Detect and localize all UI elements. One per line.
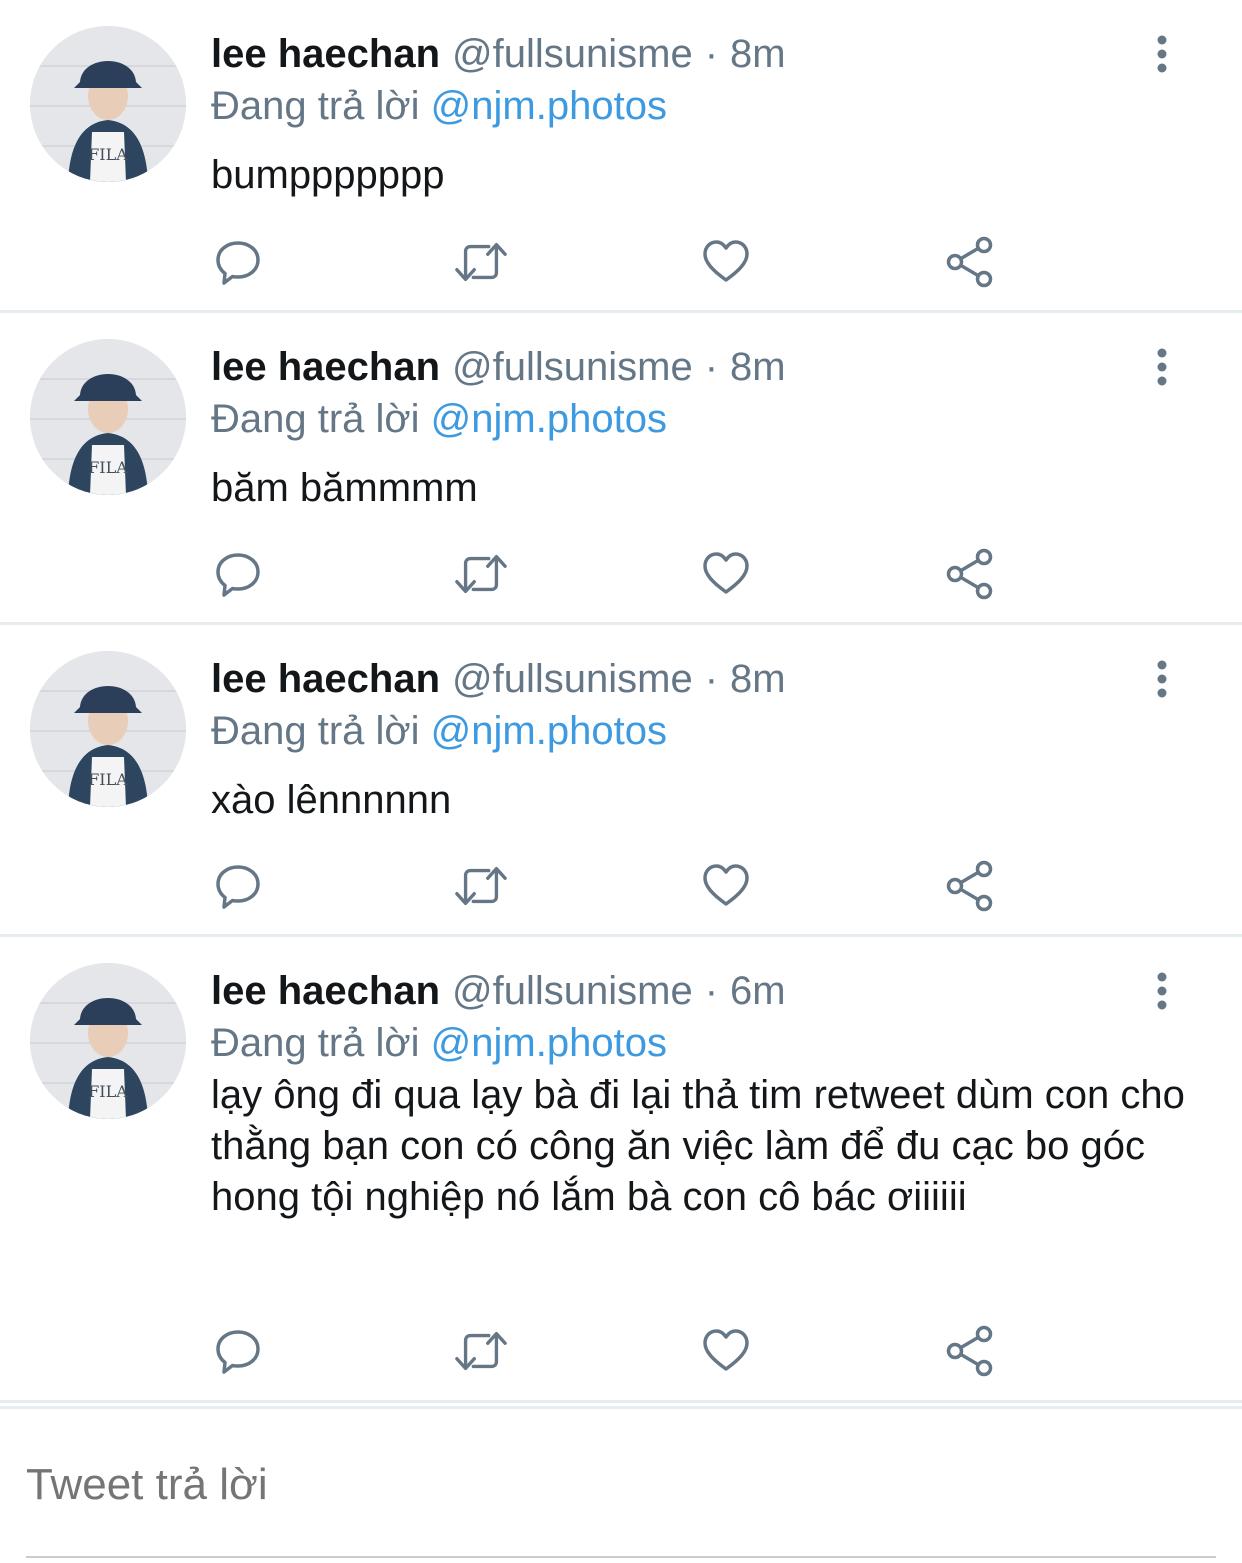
avatar[interactable]: FILA (30, 963, 186, 1119)
retweet-icon[interactable] (454, 859, 508, 913)
retweet-icon[interactable] (454, 1324, 508, 1378)
timestamp[interactable]: 8m (730, 32, 786, 76)
tweet[interactable]: FILA lee haechan @fullsunisme · 8m Đang trả… (0, 0, 1242, 313)
like-icon[interactable] (699, 547, 753, 601)
share-icon[interactable] (943, 235, 997, 289)
timestamp[interactable]: 8m (730, 657, 786, 701)
tweet-actions (211, 859, 1011, 915)
timestamp[interactable]: 8m (730, 345, 786, 389)
reply-icon[interactable] (211, 859, 265, 913)
more-options-icon[interactable] (1144, 659, 1180, 699)
replying-to-line: Đang trả lời @njm.photos (211, 707, 667, 755)
replying-prefix: Đang trả lời (211, 397, 420, 441)
retweet-icon[interactable] (454, 235, 508, 289)
reply-composer (0, 1406, 1242, 1563)
replying-prefix: Đang trả lời (211, 84, 420, 128)
author-handle[interactable]: @fullsunisme (452, 32, 693, 76)
tweet-text: băm bămmmm (211, 466, 478, 510)
author-name[interactable]: lee haechan (211, 345, 440, 389)
tweet-text: xào lênnnnnn (211, 778, 452, 822)
author-name[interactable]: lee haechan (211, 32, 440, 76)
retweet-icon[interactable] (454, 547, 508, 601)
tweet-text: lạy ông đi qua lạy bà đi lại thả tim ret… (211, 1073, 1185, 1219)
tweet[interactable]: FILA lee haechan @fullsunisme · 6m Đang trả… (0, 937, 1242, 1403)
svg-text:FILA: FILA (88, 770, 128, 789)
separator-dot: · (704, 969, 719, 1013)
replying-to-line: Đang trả lời @njm.photos (211, 395, 667, 443)
like-icon[interactable] (699, 235, 753, 289)
svg-text:FILA: FILA (88, 458, 128, 477)
replying-to-line: Đang trả lời @njm.photos (211, 82, 667, 130)
tweet-actions (211, 235, 1011, 291)
reply-icon[interactable] (211, 1324, 265, 1378)
replying-to-link[interactable]: @njm.photos (431, 84, 667, 128)
avatar[interactable]: FILA (30, 26, 186, 182)
author-name[interactable]: lee haechan (211, 657, 440, 701)
replying-prefix: Đang trả lời (211, 709, 420, 753)
composer-underline (26, 1556, 1216, 1558)
author-handle[interactable]: @fullsunisme (452, 969, 693, 1013)
avatar[interactable]: FILA (30, 339, 186, 495)
like-icon[interactable] (699, 859, 753, 913)
tweet-text: bumppppppp (211, 153, 445, 197)
more-options-icon[interactable] (1144, 347, 1180, 387)
reply-icon[interactable] (211, 547, 265, 601)
separator-dot: · (704, 32, 719, 76)
author-handle[interactable]: @fullsunisme (452, 345, 693, 389)
replying-to-link[interactable]: @njm.photos (431, 397, 667, 441)
tweet[interactable]: FILA lee haechan @fullsunisme · 8m Đang trả… (0, 625, 1242, 937)
share-icon[interactable] (943, 1324, 997, 1378)
tweet[interactable]: FILA lee haechan @fullsunisme · 8m Đang trả… (0, 313, 1242, 625)
avatar[interactable]: FILA (30, 651, 186, 807)
replying-to-link[interactable]: @njm.photos (431, 1021, 667, 1065)
author-handle[interactable]: @fullsunisme (452, 657, 693, 701)
timestamp[interactable]: 6m (730, 969, 786, 1013)
replying-to-link[interactable]: @njm.photos (431, 709, 667, 753)
reply-input[interactable] (26, 1459, 1216, 1511)
replying-prefix: Đang trả lời (211, 1021, 420, 1065)
share-icon[interactable] (943, 859, 997, 913)
author-name[interactable]: lee haechan (211, 969, 440, 1013)
separator-dot: · (704, 657, 719, 701)
tweet-actions (211, 1324, 1011, 1380)
svg-text:FILA: FILA (88, 1082, 128, 1101)
more-options-icon[interactable] (1144, 34, 1180, 74)
separator-dot: · (704, 345, 719, 389)
replying-to-line: Đang trả lời @njm.photos (211, 1019, 667, 1067)
svg-text:FILA: FILA (88, 145, 128, 164)
reply-icon[interactable] (211, 235, 265, 289)
more-options-icon[interactable] (1144, 971, 1180, 1011)
share-icon[interactable] (943, 547, 997, 601)
like-icon[interactable] (699, 1324, 753, 1378)
tweet-actions (211, 547, 1011, 603)
